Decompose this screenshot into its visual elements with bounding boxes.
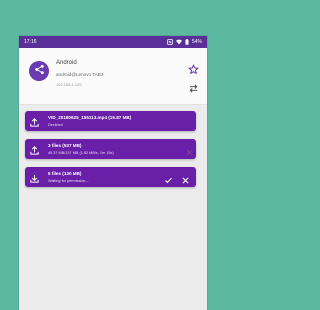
upload-icon (29, 115, 40, 133)
transfer-status: Waiting for permission... (48, 179, 89, 183)
transfer-title: VID_20180625_155113.mp4 (15.87 MB) (48, 115, 132, 120)
download-icon (29, 171, 40, 189)
transfer-status: Declined (48, 123, 63, 127)
transfer-list: VID_20180625_155113.mp4 (15.87 MB) Decli… (19, 105, 207, 289)
upload-icon (29, 143, 40, 161)
device-ip: 192.168.1.125 (56, 82, 82, 87)
favorite-star-icon[interactable] (188, 62, 199, 80)
transfer-card[interactable]: 5 files (130 MB) Waiting for permission.… (25, 167, 196, 187)
transfer-card[interactable]: 3 files (537 MB) 45.37 MB/137 MB (1.82 M… (25, 139, 196, 159)
wifi-icon (175, 39, 182, 45)
status-bar: 17:16 54% (19, 36, 207, 48)
tablet-frame: 17:16 54% Android android@Lenovo TAB3 19… (19, 36, 207, 310)
device-account: android@Lenovo TAB3 (56, 72, 104, 77)
swap-arrows-icon[interactable] (188, 81, 199, 99)
device-name: Android (56, 60, 77, 66)
device-avatar (29, 61, 49, 81)
nfc-icon (167, 39, 173, 45)
transfer-title: 5 files (130 MB) (48, 171, 82, 176)
battery-icon (185, 39, 189, 45)
transfer-status: 45.37 MB/137 MB (1.82 MB/s, 1m 15s) (48, 151, 114, 155)
transfer-card[interactable]: VID_20180625_155113.mp4 (15.87 MB) Decli… (25, 111, 196, 131)
device-header: Android android@Lenovo TAB3 192.168.1.12… (19, 48, 207, 105)
decline-close-icon[interactable] (181, 172, 190, 190)
transfer-title: 3 files (537 MB) (48, 143, 82, 148)
status-time: 17:16 (24, 39, 37, 45)
accept-check-icon[interactable] (164, 172, 173, 190)
cancel-icon[interactable] (185, 144, 194, 162)
battery-percent: 54% (191, 39, 202, 45)
share-icon (34, 62, 45, 80)
